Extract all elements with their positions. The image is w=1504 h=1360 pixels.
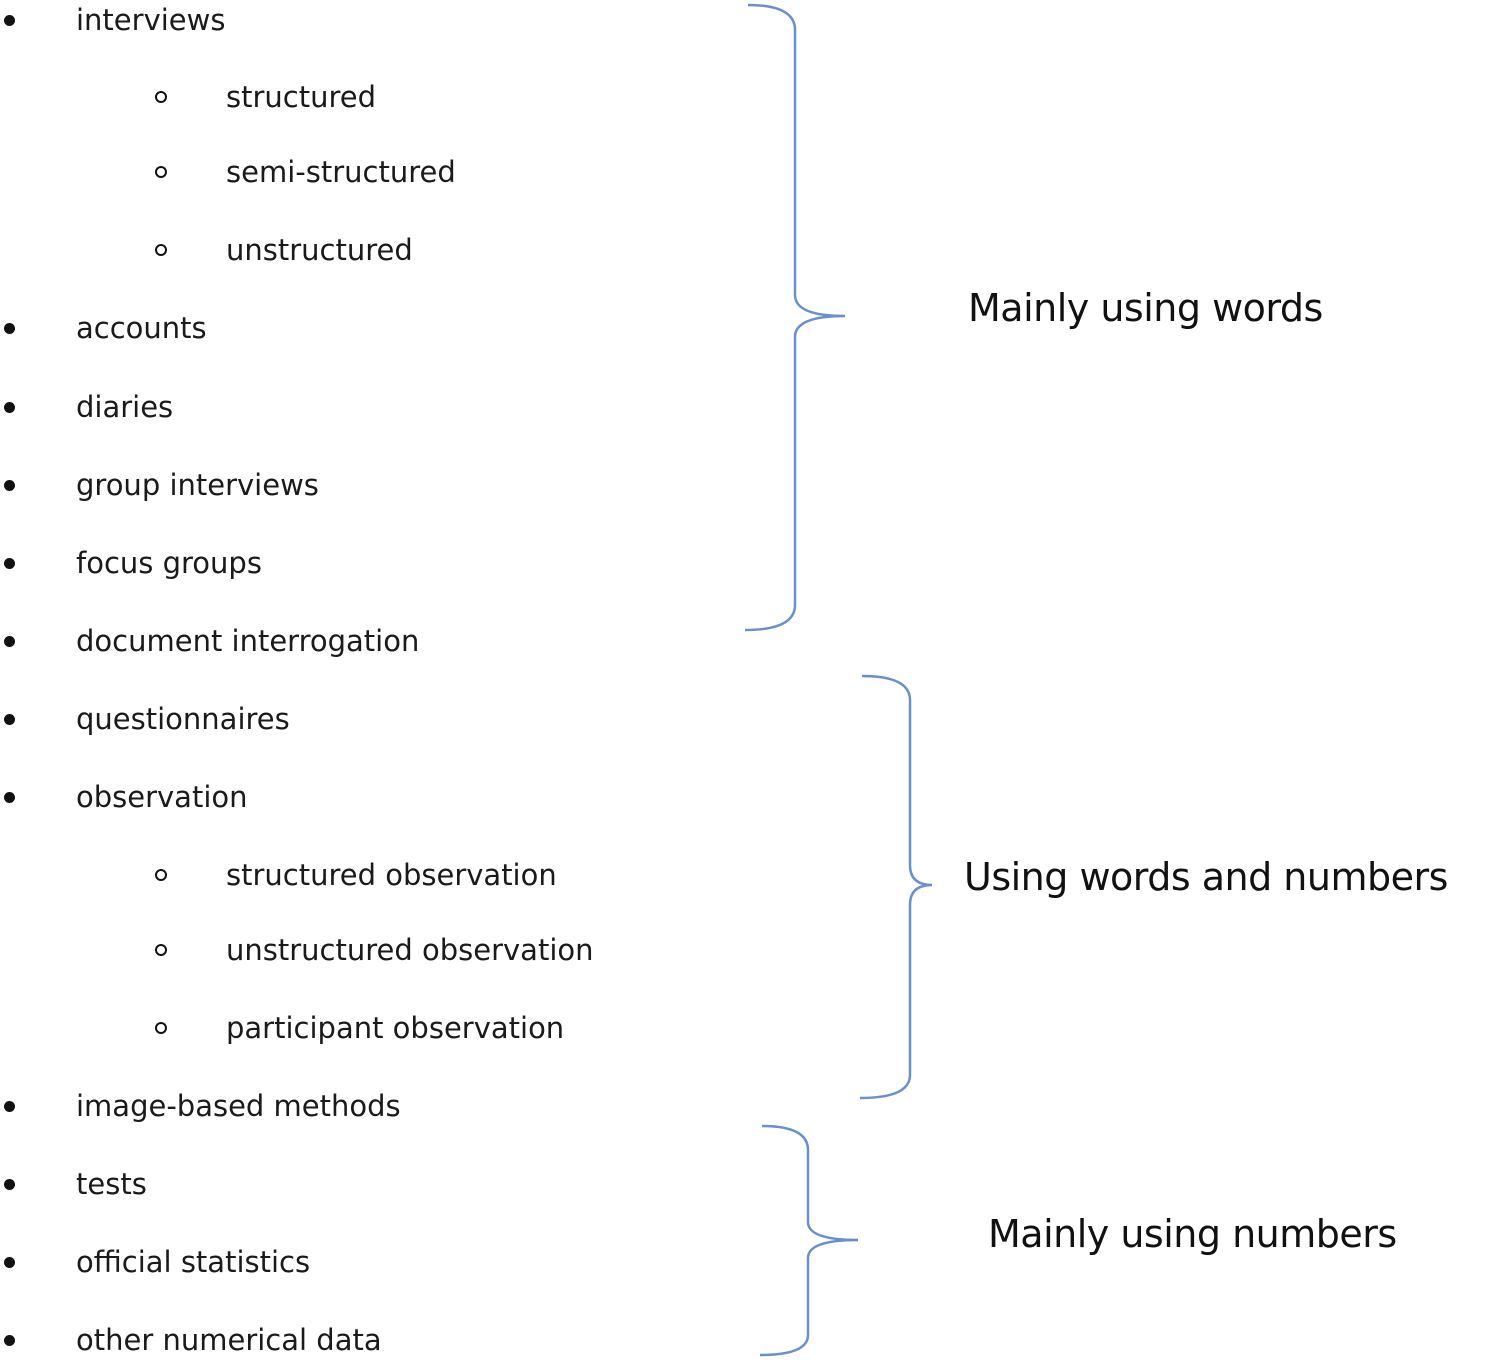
group-label-words-and-numbers: Using words and numbers [964, 855, 1448, 899]
group-label-numbers: Mainly using numbers [988, 1212, 1397, 1256]
brace-numbers [759, 1124, 859, 1357]
brace-words-and-numbers [859, 674, 933, 1100]
brace-words [744, 3, 846, 632]
group-label-words: Mainly using words [968, 286, 1323, 330]
braces [744, 3, 933, 1357]
